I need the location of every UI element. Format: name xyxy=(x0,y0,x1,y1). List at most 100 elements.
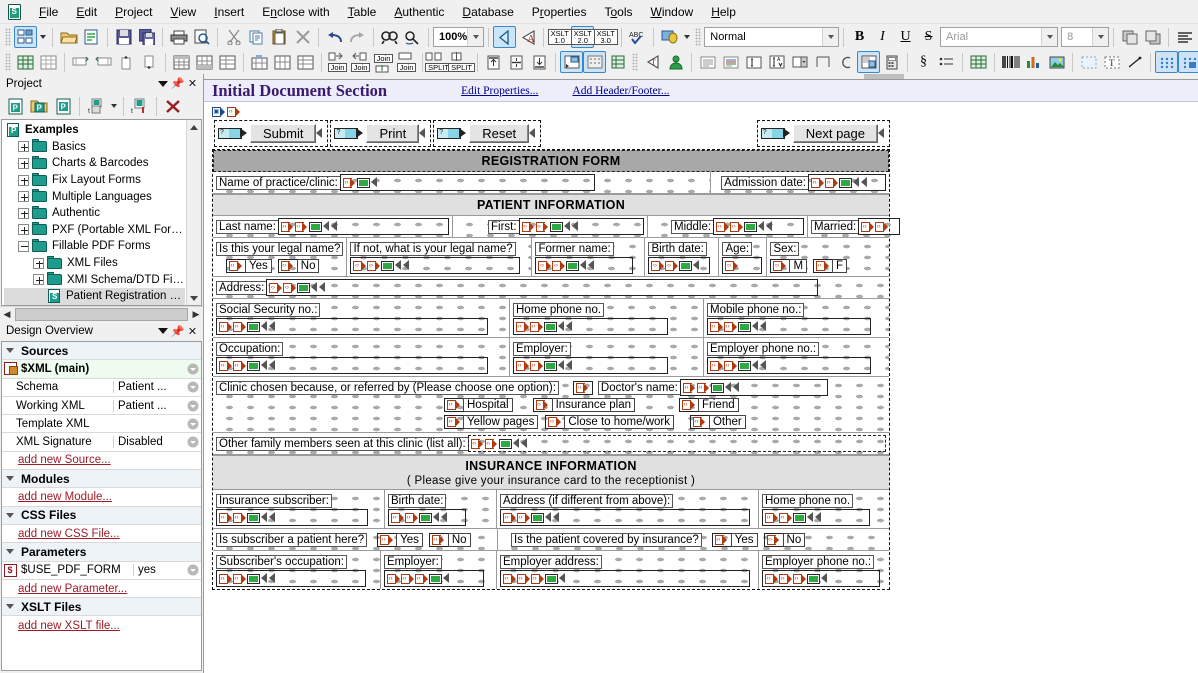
end-markup-tag-icon[interactable] xyxy=(878,128,885,139)
image-markup-tag-icon[interactable] xyxy=(381,260,395,271)
image-markup-tag-icon[interactable] xyxy=(356,177,370,188)
subscriber-employer-input[interactable]: ‹› ‹› ‹› xyxy=(384,570,484,587)
element-markup-tag-icon[interactable]: ‹› xyxy=(401,573,414,584)
element-markup-tag-icon[interactable]: ‹› xyxy=(415,573,428,584)
overview-link-add-parameter[interactable]: add new Parameter... xyxy=(2,580,201,599)
project-tree-hscrollbar[interactable]: ◀ ▶ xyxy=(0,306,203,321)
option-yellow-pages[interactable]: ‹› Yellow pages xyxy=(444,414,539,429)
element-markup-tag-icon[interactable]: ‹› xyxy=(503,512,516,523)
combo-box-icon[interactable] xyxy=(788,51,811,73)
table-properties-icon[interactable] xyxy=(37,51,60,73)
table-extra-icon[interactable] xyxy=(606,51,629,73)
radio-markup-box[interactable]: ‹› xyxy=(763,532,784,547)
xslt-30-icon[interactable]: XSLT 3.0 xyxy=(593,26,618,48)
pin-icon[interactable]: 📌 xyxy=(170,76,185,91)
end-markup-tag-icon[interactable] xyxy=(861,177,868,188)
employer-input[interactable]: ‹› ‹› xyxy=(513,357,668,374)
overview-section-css-files[interactable]: CSS Files xyxy=(2,506,201,525)
radio-markup-box[interactable]: ‹› xyxy=(532,397,553,412)
chevron-down-icon[interactable] xyxy=(2,476,18,481)
overview-link-add-source[interactable]: add new Source... xyxy=(2,452,201,471)
insurance-home-phone-input[interactable]: ‹› ‹› xyxy=(762,509,870,526)
image-markup-tag-icon[interactable] xyxy=(544,360,557,371)
element-markup-tag-icon[interactable]: ‹› xyxy=(724,360,737,371)
cut-icon[interactable] xyxy=(222,26,245,48)
radio-markup-box[interactable]: ‹› xyxy=(813,258,834,273)
image-markup-tag-icon[interactable] xyxy=(429,573,442,584)
image-markup-tag-icon[interactable] xyxy=(247,512,260,523)
element-markup-tag-icon[interactable]: ‹› xyxy=(773,260,786,271)
option-close-to-home[interactable]: ‹› Close to home/work xyxy=(545,414,674,429)
pin-icon[interactable]: 📌 xyxy=(170,324,185,339)
sex-male-option[interactable]: ‹› M xyxy=(770,258,808,273)
expand-icon[interactable] xyxy=(33,274,44,286)
check-box-icon[interactable] xyxy=(811,51,834,73)
join-right-icon[interactable]: Join xyxy=(349,51,372,73)
overview-row-xml-signature[interactable]: XML Signature Disabled xyxy=(2,433,201,452)
end-markup-tag-icon[interactable] xyxy=(269,573,276,584)
mobile-phone-input[interactable]: ‹› ‹› xyxy=(707,318,871,335)
align-bottom-icon[interactable] xyxy=(528,51,551,73)
option-hospital[interactable]: ‹› Hospital xyxy=(444,397,513,412)
element-markup-tag-icon[interactable]: ‹› xyxy=(269,282,282,293)
overview-section-sources[interactable]: Sources xyxy=(2,342,201,361)
element-markup-tag-icon[interactable]: ‹› xyxy=(811,177,824,188)
tree-root-examples[interactable]: Examples xyxy=(4,122,185,139)
show-markup-large-icon[interactable] xyxy=(583,51,606,73)
design-overview-list[interactable]: Sources $XML (main) Schema Patient ... W… xyxy=(1,341,202,671)
add-new-xslt-file-link[interactable]: add new XSLT file... xyxy=(2,620,120,632)
grid-table-icon[interactable] xyxy=(967,51,990,73)
element-markup-tag-icon[interactable]: ‹› xyxy=(535,399,549,410)
insurance-subscriber-input[interactable]: ‹› ‹› xyxy=(216,509,368,526)
font-family-combo[interactable]: Arial xyxy=(940,27,1059,47)
reload-icon[interactable] xyxy=(80,26,103,48)
element-markup-tag-icon[interactable]: ‹› xyxy=(219,573,232,584)
element-markup-tag-icon[interactable]: ‹› xyxy=(530,321,543,332)
expand-icon[interactable] xyxy=(18,207,29,219)
design-structure-icon[interactable] xyxy=(14,26,37,48)
table-grid3-icon[interactable] xyxy=(216,51,239,73)
radio-markup-box[interactable]: ‹› xyxy=(444,414,464,429)
font-size-combo[interactable]: 8 xyxy=(1061,27,1109,47)
element-markup-tag-icon[interactable]: ‹› xyxy=(548,416,561,427)
settings-cog-icon[interactable] xyxy=(185,564,201,576)
auto-calc-icon[interactable] xyxy=(857,51,880,73)
template-icon[interactable]: T xyxy=(641,51,664,73)
expand-icon[interactable] xyxy=(18,157,29,169)
element-markup-tag-icon[interactable]: ‹› xyxy=(538,260,551,271)
end-markup-tag-icon[interactable] xyxy=(752,360,759,371)
database-icon[interactable] xyxy=(658,26,681,48)
practice-input[interactable]: ‹› xyxy=(339,174,595,191)
element-markup-tag-icon[interactable]: ‹› xyxy=(725,260,738,271)
end-markup-tag-icon[interactable] xyxy=(821,573,828,584)
address-input[interactable]: ‹› ‹› xyxy=(266,279,819,296)
hscroll-thumb[interactable] xyxy=(15,307,188,321)
end-markup-tag-icon[interactable] xyxy=(319,282,326,293)
menu-edit[interactable]: Edit xyxy=(67,2,106,22)
option-other[interactable]: ‹› Other xyxy=(689,414,746,429)
copy-icon[interactable] xyxy=(245,26,268,48)
overview-link-add-xslt[interactable]: add new XSLT file... xyxy=(2,616,201,634)
menu-help[interactable]: Help xyxy=(702,2,745,22)
element-markup-tag-icon[interactable]: ‹› xyxy=(521,221,535,232)
layout-textbox-icon[interactable]: T xyxy=(1100,51,1123,73)
sidebar-item-patient-registration-form[interactable]: Patient Registration Form xyxy=(4,287,185,305)
show-markup-small-icon[interactable] xyxy=(560,51,583,73)
end-markup-tag-icon[interactable] xyxy=(553,512,560,523)
reset-button[interactable]: Reset xyxy=(469,124,530,143)
element-markup-tag-icon[interactable]: ‹› xyxy=(233,512,246,523)
chevron-down-icon[interactable] xyxy=(2,348,18,353)
end-markup-tag-icon[interactable] xyxy=(760,360,767,371)
element-markup-tag-icon[interactable]: ‹› xyxy=(724,321,737,332)
element-markup-tag-icon[interactable]: ‹› xyxy=(294,221,308,232)
admission-date-input[interactable]: ‹› ‹› xyxy=(808,174,886,191)
split-horizontal-icon[interactable]: SPLIT xyxy=(425,51,452,73)
end-markup-tag-icon[interactable] xyxy=(316,128,323,139)
overview-section-xslt-files[interactable]: XSLT Files xyxy=(2,598,201,617)
element-markup-tag-icon[interactable]: ‹› xyxy=(229,260,242,271)
element-markup-tag-icon[interactable]: ‹› xyxy=(517,573,530,584)
radio-markup-box[interactable]: ‹› xyxy=(545,414,566,429)
subscriber-occupation-input[interactable]: ‹› ‹› xyxy=(216,570,366,587)
element-markup-tag-icon[interactable]: ‹› xyxy=(342,177,356,188)
image-markup-tag-icon[interactable] xyxy=(744,221,758,232)
